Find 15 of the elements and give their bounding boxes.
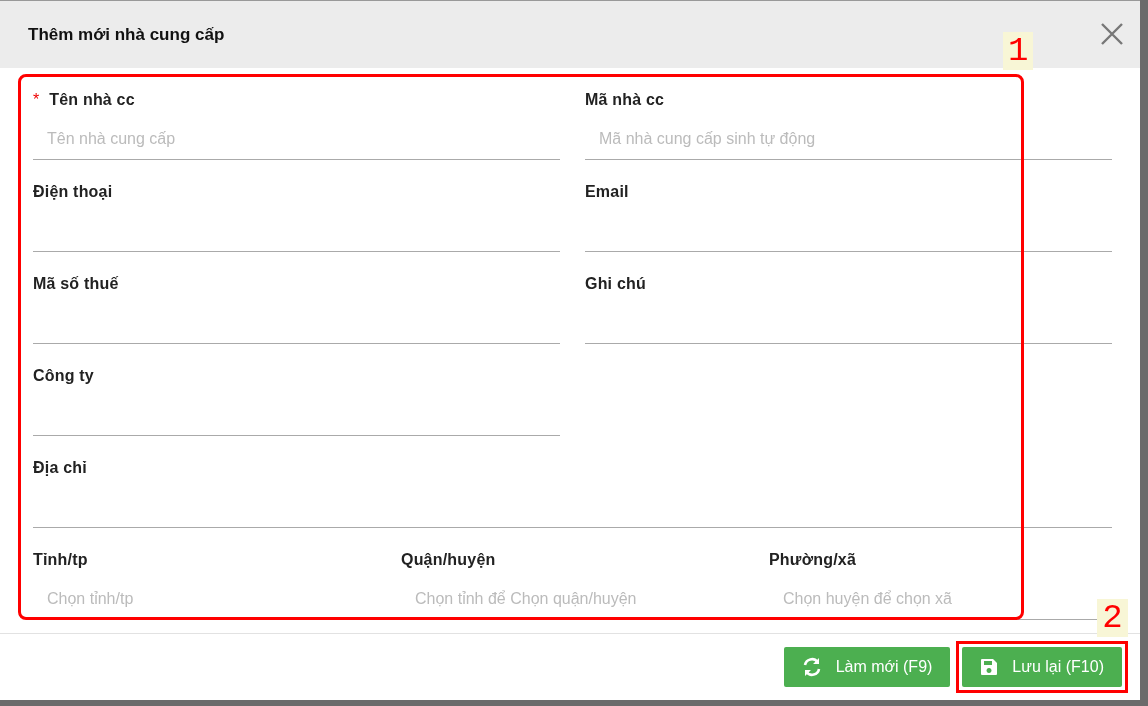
field-label: Điện thoại xyxy=(33,183,113,201)
field-label: Tên nhà cc xyxy=(49,91,135,109)
field-label: Công ty xyxy=(33,367,94,385)
field-label: Mã số thuế xyxy=(33,275,119,293)
field-label: Email xyxy=(585,183,629,201)
dialog-title: Thêm mới nhà cung cấp xyxy=(28,24,225,45)
annotation-number: 1 xyxy=(1003,32,1034,70)
annotation-number: 2 xyxy=(1097,599,1128,637)
field-label: Tỉnh/tp xyxy=(33,551,88,569)
field-label: Ghi chú xyxy=(585,275,646,293)
field-label: Phường/xã xyxy=(769,551,856,569)
field-label: Địa chỉ xyxy=(33,459,87,477)
required-asterisk: * xyxy=(33,91,40,109)
field-label: Quận/huyện xyxy=(401,551,496,569)
field-label: Mã nhà cc xyxy=(585,91,665,109)
